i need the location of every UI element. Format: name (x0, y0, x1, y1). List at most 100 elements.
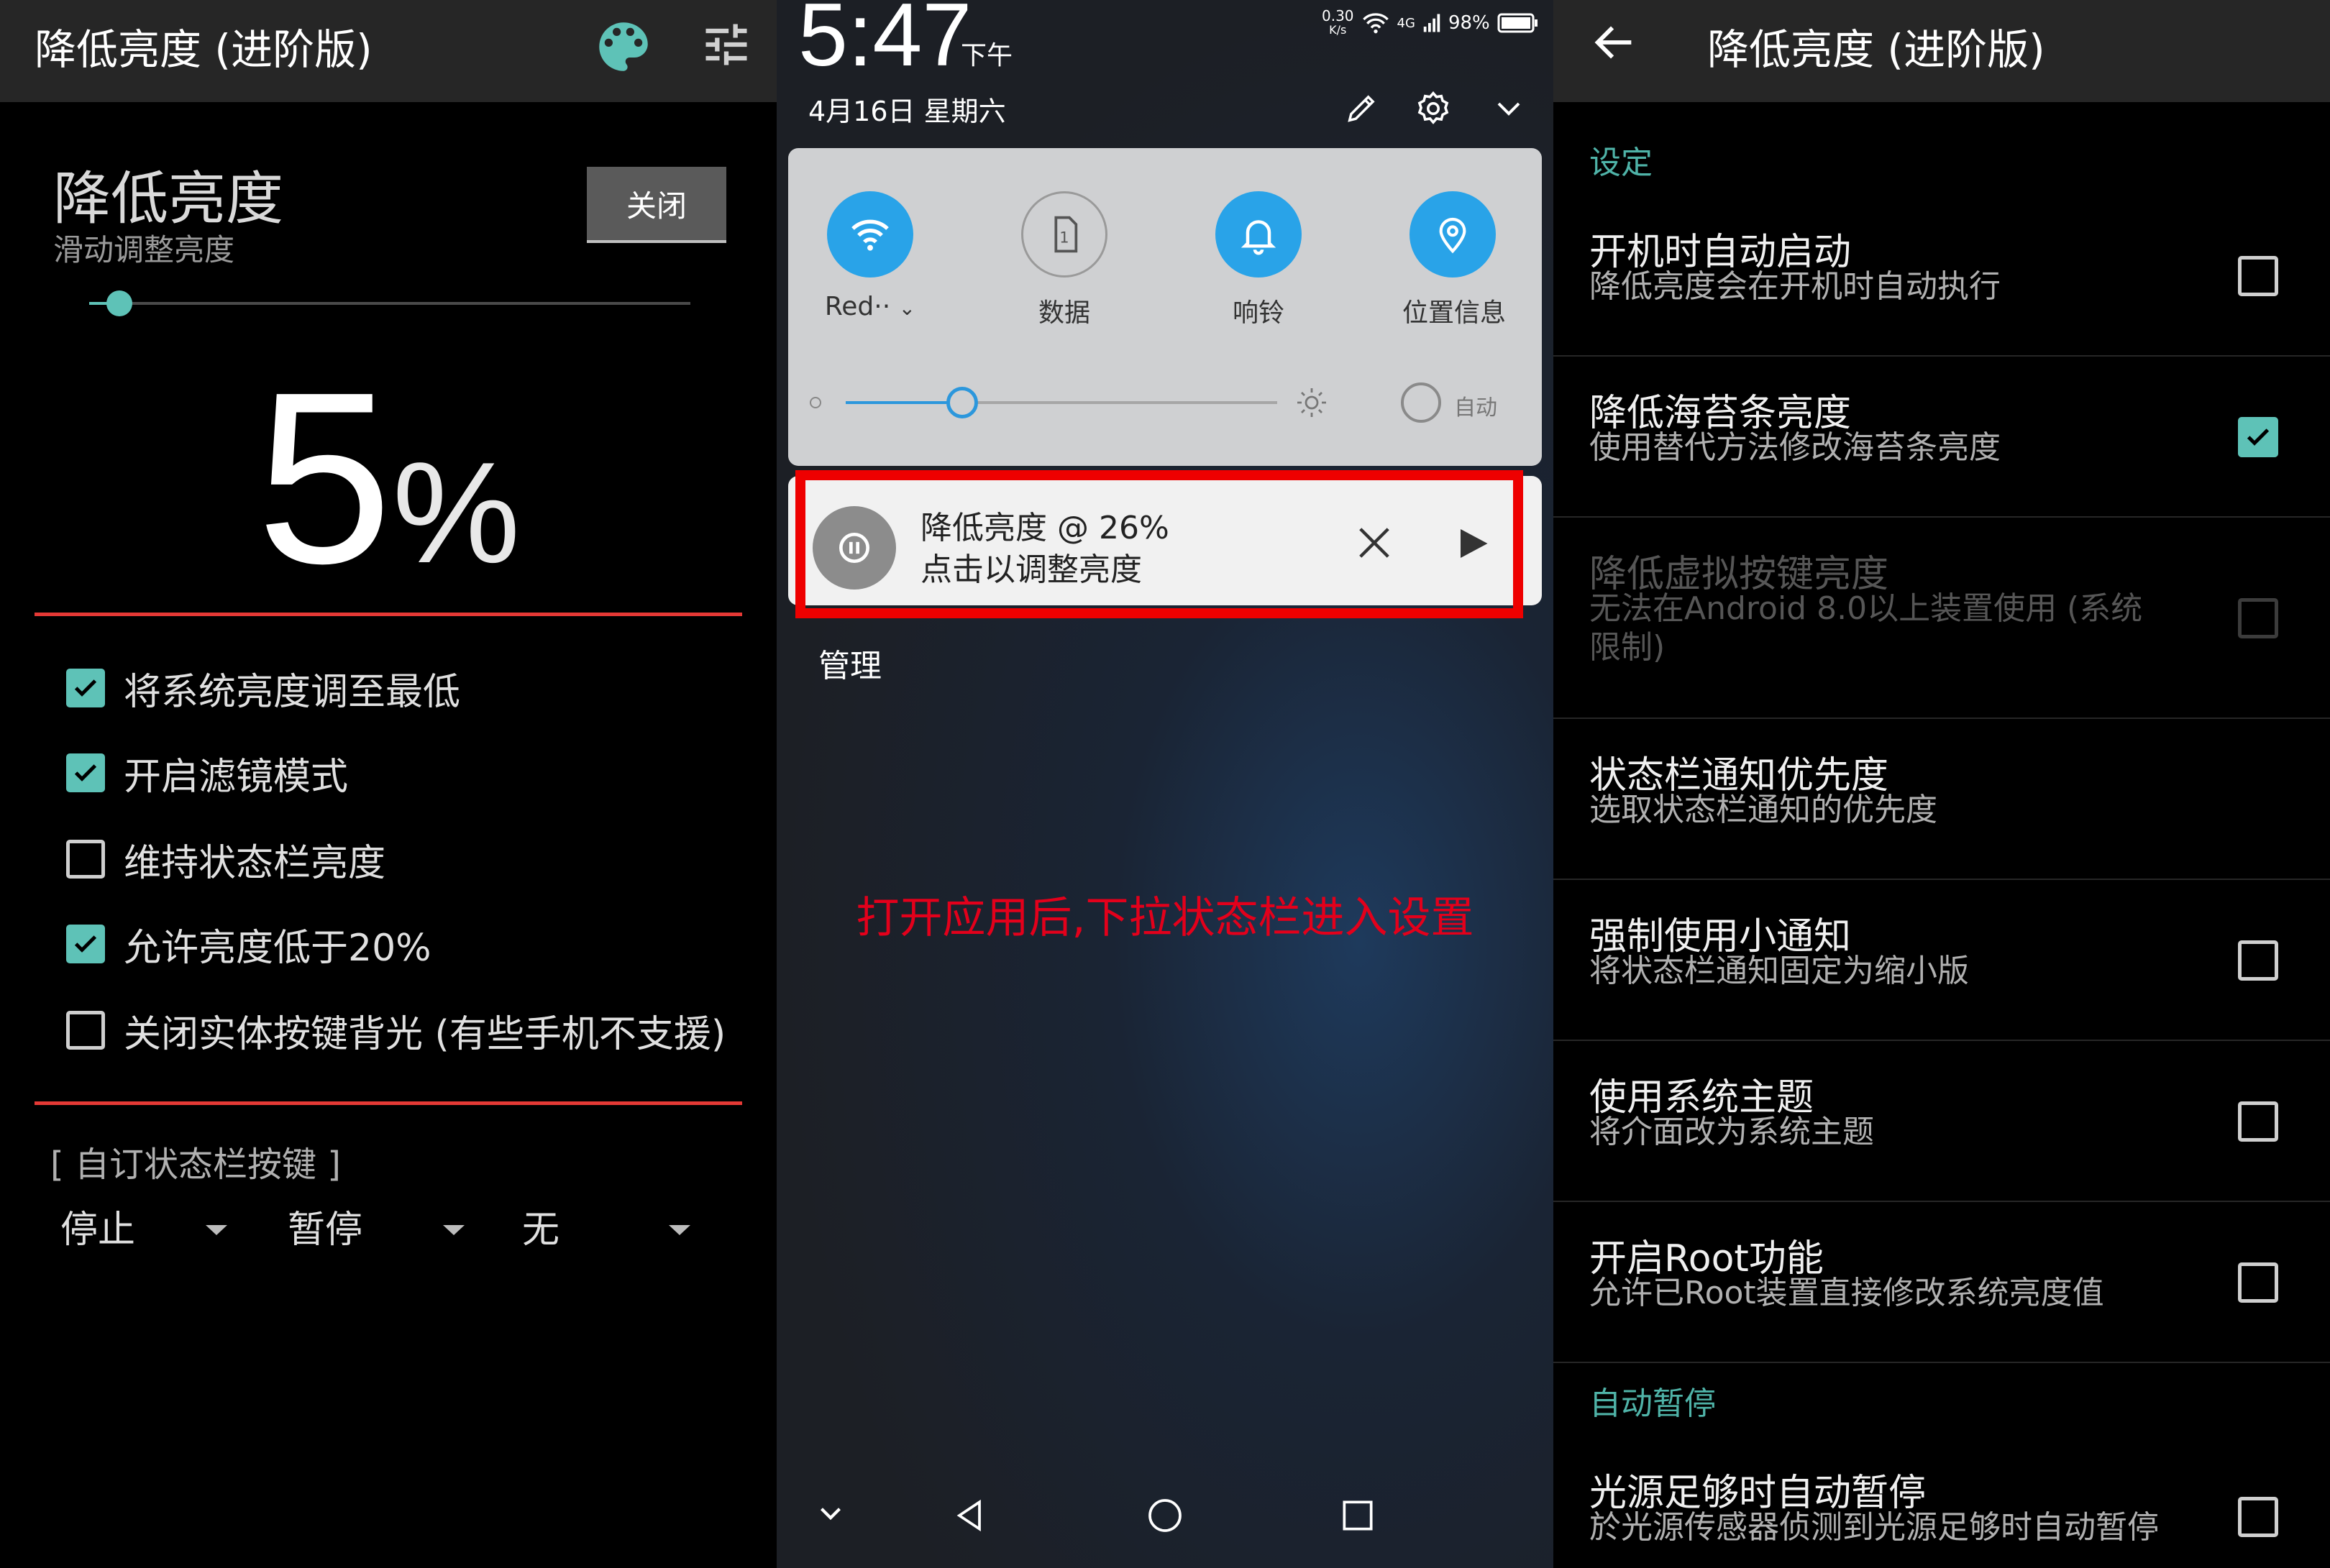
notification-shade-panel: 5:47 下午 0.30 K/s 4G 98% 4月16日 星期六 Red·· ⌄… (777, 0, 1553, 1568)
checkbox-unchecked[interactable] (2238, 940, 2278, 981)
brightness-percent-sign: % (392, 433, 521, 593)
checkbox-checked[interactable] (2238, 417, 2278, 457)
dropdown-arrow-icon (443, 1225, 465, 1235)
option-label: 允许亮度低于20% (124, 926, 431, 970)
preference-item: 降低虚拟按键亮度 无法在Android 8.0以上装置使用 (系统限制) (1553, 518, 2330, 719)
status-bar-right: 0.30 K/s 4G 98% (1322, 9, 1539, 37)
date-label: 4月16日 星期六 (808, 96, 1006, 127)
divider-bottom (35, 1101, 742, 1105)
tile-wifi[interactable]: Red·· ⌄ (820, 191, 920, 321)
category-header: 设定 (1589, 145, 1653, 181)
settings-icon[interactable] (1414, 89, 1453, 131)
option-row[interactable]: 将系统亮度调至最低 (66, 663, 461, 714)
preference-summary: 将介面改为系统主题 (1589, 1114, 1874, 1150)
preference-summary: 将状态栏通知固定为缩小版 (1589, 953, 1969, 989)
preference-summary: 选取状态栏通知的优先度 (1589, 792, 1937, 828)
option-row[interactable]: 开启滤镜模式 (66, 748, 349, 799)
divider-top (35, 613, 742, 616)
auto-brightness-toggle[interactable] (1401, 382, 1441, 423)
sim-card-icon: 1 (1021, 191, 1107, 278)
option-label: 将系统亮度调至最低 (124, 670, 461, 714)
preference-item[interactable]: 降低海苔条亮度 使用替代方法修改海苔条亮度 (1553, 357, 2330, 518)
tile-location-label: 位置信息 (1402, 298, 1507, 328)
spinner-stop[interactable]: 停止 (60, 1201, 136, 1252)
clock-time: 5:47 (798, 0, 972, 85)
preference-summary: 无法在Android 8.0以上装置使用 (系统限制) (1589, 590, 2143, 666)
tile-location[interactable]: 位置信息 (1402, 191, 1507, 329)
home-icon[interactable] (1145, 1495, 1185, 1539)
clock-ampm: 下午 (961, 41, 1013, 70)
preference-item[interactable]: 使用系统主题 将介面改为系统主题 (1553, 1041, 2330, 1202)
checkbox-unchecked[interactable] (2238, 256, 2278, 296)
dropdown-arrow-icon (206, 1225, 227, 1235)
chevron-down-icon[interactable] (1491, 89, 1526, 129)
checkbox-checked[interactable] (66, 669, 105, 707)
preference-summary: 使用替代方法修改海苔条亮度 (1589, 429, 2001, 466)
main-screen-panel: 降低亮度 (进阶版) 降低亮度 滑动调整亮度 关闭 5% 将系统亮度调至最低 开启… (0, 0, 777, 1568)
network-type: 4G (1397, 15, 1415, 31)
spinner-pause[interactable]: 暂停 (288, 1201, 363, 1252)
instruction-caption: 打开应用后,下拉状态栏进入设置 (856, 893, 1474, 943)
quick-settings-panel: Red·· ⌄ 1 数据 响铃 位置信息 自动 (788, 148, 1542, 466)
checkbox-unchecked[interactable] (2238, 1262, 2278, 1303)
tile-ringer-label: 响铃 (1232, 298, 1284, 328)
brightness-low-icon (810, 397, 821, 408)
checkbox-unchecked[interactable] (2238, 1497, 2278, 1537)
location-icon (1410, 191, 1496, 278)
system-brightness-slider[interactable] (846, 387, 1277, 418)
recents-icon[interactable] (1338, 1495, 1378, 1539)
palette-icon[interactable] (591, 14, 656, 82)
option-row[interactable]: 允许亮度低于20% (66, 919, 431, 970)
checkbox-unchecked[interactable] (66, 840, 105, 879)
preference-item[interactable]: 强制使用小通知 将状态栏通知固定为缩小版 (1553, 880, 2330, 1041)
option-label: 关闭实体按键背光 (有些手机不支援) (124, 1012, 726, 1056)
checkbox-checked[interactable] (66, 753, 105, 792)
brightness-slider-thumb[interactable] (106, 290, 132, 316)
spinner-none[interactable]: 无 (522, 1201, 560, 1252)
back-icon[interactable] (949, 1495, 990, 1539)
brightness-high-icon (1294, 385, 1329, 423)
preference-item[interactable]: 光源足够时自动暂停 於光源传感器侦测到光源足够时自动暂停 (1553, 1436, 2330, 1568)
preference-summary: 降低亮度会在开机时自动执行 (1589, 268, 2001, 305)
battery-icon (1497, 13, 1538, 33)
category-header: 自动暂停 (1589, 1385, 1716, 1422)
back-arrow-icon[interactable] (1589, 17, 1640, 70)
checkbox-checked[interactable] (66, 925, 105, 963)
spinner-stop-value: 停止 (60, 1208, 136, 1252)
preference-item[interactable]: 状态栏通知优先度 选取状态栏通知的优先度 (1553, 719, 2330, 880)
checkbox-unchecked[interactable] (66, 1011, 105, 1050)
battery-percent: 98% (1448, 12, 1490, 34)
auto-brightness-label: 自动 (1454, 395, 1497, 421)
spinner-pause-value: 暂停 (288, 1208, 363, 1252)
tune-icon[interactable] (699, 17, 754, 75)
tile-ringer[interactable]: 响铃 (1208, 191, 1309, 329)
settings-title: 降低亮度 (进阶版) (1707, 25, 2045, 74)
option-label: 开启滤镜模式 (124, 755, 349, 799)
network-speed: 0.30 K/s (1322, 7, 1354, 37)
manage-link[interactable]: 管理 (818, 640, 882, 686)
signal-icon (1423, 14, 1440, 32)
dropdown-arrow-icon (669, 1225, 690, 1235)
preference-item[interactable]: 开启Root功能 允许已Root装置直接修改系统亮度值 (1553, 1202, 2330, 1363)
edit-icon[interactable] (1343, 89, 1381, 129)
checkbox-unchecked (2238, 598, 2278, 638)
option-label: 维持状态栏亮度 (124, 841, 386, 885)
custom-buttons-label: [ 自订状态栏按键 ] (50, 1145, 341, 1185)
checkbox-unchecked[interactable] (2238, 1101, 2278, 1142)
tile-data[interactable]: 1 数据 (1014, 191, 1115, 329)
close-button[interactable]: 关闭 (587, 167, 726, 243)
chevron-down-icon[interactable] (813, 1495, 849, 1534)
system-brightness-fill (846, 401, 962, 404)
app-title: 降低亮度 (进阶版) (35, 25, 373, 74)
option-row[interactable]: 关闭实体按键背光 (有些手机不支援) (66, 1005, 726, 1056)
preference-item[interactable]: 开机时自动启动 降低亮度会在开机时自动执行 (1553, 196, 2330, 357)
chevron-down-icon[interactable]: ⌄ (899, 296, 915, 320)
option-row[interactable]: 维持状态栏亮度 (66, 834, 386, 885)
brightness-percent: 5% (0, 338, 777, 619)
spinner-none-value: 无 (522, 1208, 560, 1252)
brightness-slider[interactable] (89, 290, 690, 316)
app-bar: 降低亮度 (进阶版) (0, 0, 777, 102)
system-brightness-thumb[interactable] (946, 387, 978, 418)
tile-data-label: 数据 (1038, 298, 1090, 328)
wifi-icon (827, 191, 913, 278)
